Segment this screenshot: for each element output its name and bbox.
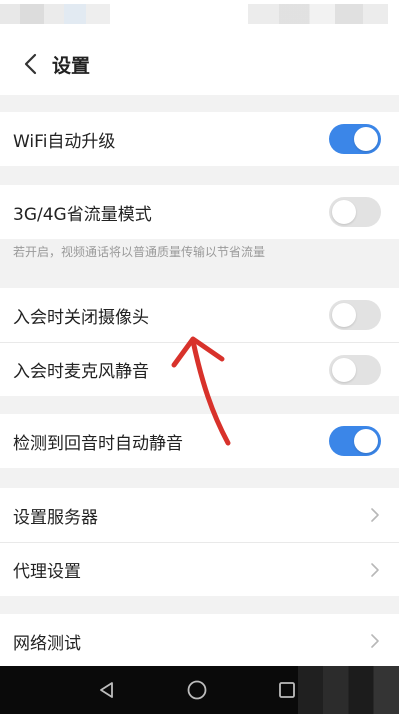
section-network-config: 设置服务器 代理设置: [0, 488, 399, 596]
data-saver-toggle[interactable]: [329, 197, 381, 227]
page-title: 设置: [52, 54, 91, 77]
section-data-saver: 3G/4G省流量模式: [0, 185, 399, 239]
setting-row-mic-mute[interactable]: 入会时麦克风静音: [0, 342, 399, 396]
section-wifi: WiFi自动升级: [0, 112, 399, 166]
setting-label: 检测到回音时自动静音: [13, 433, 183, 454]
back-button[interactable]: [8, 42, 52, 86]
setting-row-server[interactable]: 设置服务器: [0, 488, 399, 542]
setting-row-network-test[interactable]: 网络测试: [0, 614, 399, 668]
setting-label: 设置服务器: [13, 507, 98, 528]
setting-label: 入会时关闭摄像头: [13, 307, 149, 328]
system-nav-bar: [0, 666, 399, 714]
toggle-knob: [332, 303, 356, 327]
setting-row-camera-off[interactable]: 入会时关闭摄像头: [0, 288, 399, 342]
back-arrow-icon: [24, 53, 37, 75]
status-bar-right-blurred: [248, 4, 388, 24]
section-echo: 检测到回音时自动静音: [0, 414, 399, 468]
setting-label: 3G/4G省流量模式: [13, 204, 152, 225]
setting-row-proxy[interactable]: 代理设置: [0, 542, 399, 596]
chevron-right-icon: [371, 508, 379, 522]
toggle-knob: [354, 429, 378, 453]
status-bar-left-blurred: [0, 4, 110, 24]
nav-bar-blurred-area: [298, 666, 399, 714]
toggle-knob: [332, 200, 356, 224]
triangle-back-icon: [100, 682, 113, 698]
toggle-knob: [332, 357, 356, 382]
setting-label: WiFi自动升级: [13, 131, 116, 152]
setting-label: 网络测试: [13, 633, 81, 654]
setting-row-echo-mute[interactable]: 检测到回音时自动静音: [0, 414, 399, 468]
wifi-upgrade-toggle[interactable]: [329, 124, 381, 154]
section-join-options: 入会时关闭摄像头 入会时麦克风静音: [0, 288, 399, 396]
section-network-test: 网络测试: [0, 614, 399, 668]
chevron-right-icon: [371, 634, 379, 648]
nav-back-button[interactable]: [90, 674, 124, 706]
camera-off-toggle[interactable]: [329, 300, 381, 330]
setting-label: 代理设置: [13, 562, 81, 582]
nav-home-button[interactable]: [180, 674, 214, 706]
chevron-right-icon: [371, 562, 379, 577]
square-recent-icon: [279, 682, 295, 698]
setting-row-data-saver[interactable]: 3G/4G省流量模式: [0, 185, 399, 239]
data-saver-hint: 若开启，视频通话将以普通质量传输以节省流量: [13, 245, 266, 259]
mic-mute-toggle[interactable]: [329, 354, 381, 385]
toggle-knob: [354, 127, 378, 151]
setting-label: 入会时麦克风静音: [13, 362, 149, 382]
setting-row-wifi-upgrade[interactable]: WiFi自动升级: [0, 112, 399, 166]
circle-home-icon: [187, 680, 207, 700]
status-bar: [0, 0, 399, 33]
header: 设置: [0, 33, 399, 95]
echo-mute-toggle[interactable]: [329, 426, 381, 456]
